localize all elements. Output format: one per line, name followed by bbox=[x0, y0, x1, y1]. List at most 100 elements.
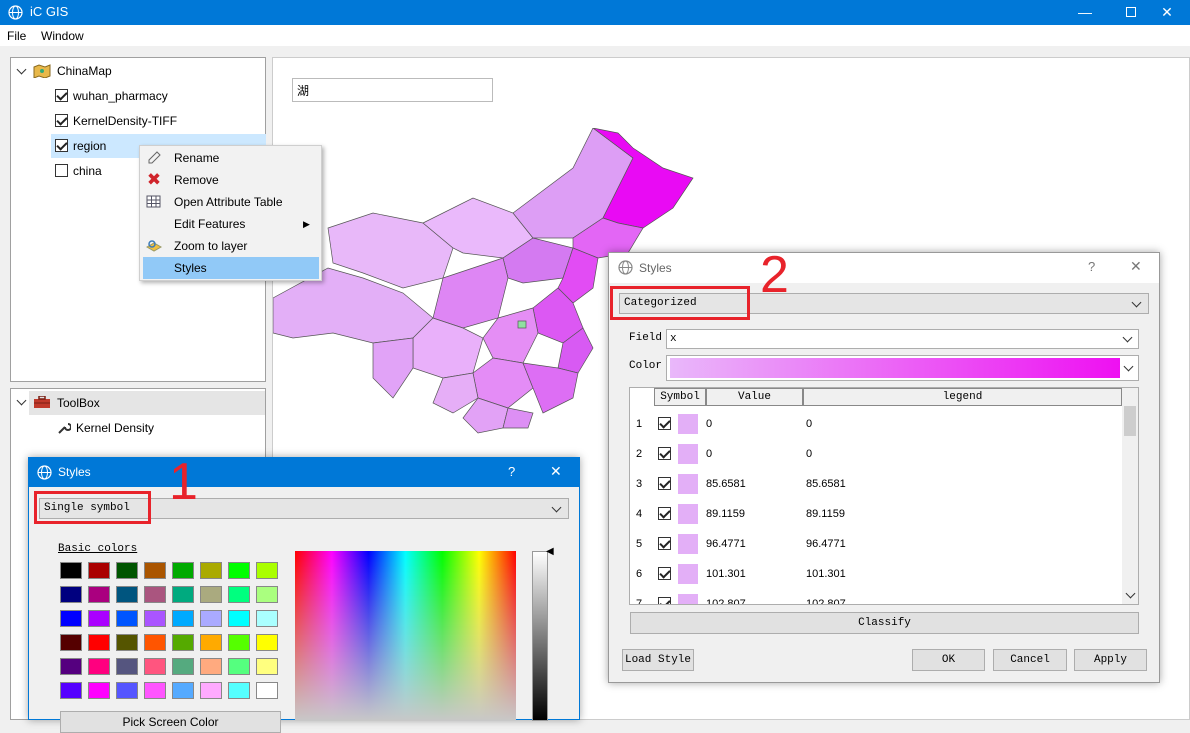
menu-window[interactable]: Window bbox=[41, 29, 84, 43]
close-dialog-button[interactable]: ✕ bbox=[550, 463, 562, 480]
help-button[interactable]: ? bbox=[508, 464, 515, 479]
basic-color-swatch[interactable] bbox=[256, 682, 278, 699]
table-row[interactable]: 4 89.1159 89.1159 bbox=[630, 499, 1130, 529]
layer-checkbox[interactable] bbox=[55, 139, 68, 152]
expand-icon[interactable] bbox=[16, 395, 27, 406]
minimize-button[interactable]: — bbox=[1062, 0, 1108, 25]
basic-color-swatch[interactable] bbox=[60, 586, 82, 603]
basic-color-swatch[interactable] bbox=[88, 682, 110, 699]
layer-row-wuhan-pharmacy[interactable]: wuhan_pharmacy bbox=[55, 85, 265, 107]
basic-color-swatch[interactable] bbox=[116, 586, 138, 603]
basic-color-swatch[interactable] bbox=[88, 586, 110, 603]
basic-color-swatch[interactable] bbox=[200, 634, 222, 651]
basic-color-swatch[interactable] bbox=[228, 610, 250, 627]
tool-kernel-density[interactable]: Kernel Density bbox=[76, 417, 154, 439]
basic-color-swatch[interactable] bbox=[228, 562, 250, 579]
scroll-thumb[interactable] bbox=[1124, 406, 1136, 436]
basic-color-swatch[interactable] bbox=[172, 586, 194, 603]
menu-item-remove[interactable]: ✖ Remove bbox=[140, 169, 320, 191]
basic-color-swatch[interactable] bbox=[60, 658, 82, 675]
basic-color-swatch[interactable] bbox=[228, 634, 250, 651]
cancel-button[interactable]: Cancel bbox=[993, 649, 1067, 671]
table-row[interactable]: 1 0 0 bbox=[630, 409, 1130, 439]
basic-color-swatch[interactable] bbox=[256, 562, 278, 579]
basic-color-swatch[interactable] bbox=[172, 610, 194, 627]
basic-color-swatch[interactable] bbox=[60, 634, 82, 651]
ok-button[interactable]: OK bbox=[912, 649, 985, 671]
basic-color-swatch[interactable] bbox=[144, 634, 166, 651]
basic-color-swatch[interactable] bbox=[172, 634, 194, 651]
basic-color-swatch[interactable] bbox=[116, 562, 138, 579]
row-checkbox[interactable] bbox=[658, 567, 671, 580]
menu-item-zoom-to-layer[interactable]: Zoom to layer bbox=[140, 235, 320, 257]
table-row[interactable]: 6 101.301 101.301 bbox=[630, 559, 1130, 589]
basic-color-swatch[interactable] bbox=[88, 658, 110, 675]
row-checkbox[interactable] bbox=[658, 597, 671, 604]
row-symbol-swatch[interactable] bbox=[678, 534, 698, 554]
classify-button[interactable]: Classify bbox=[630, 612, 1139, 634]
row-symbol-swatch[interactable] bbox=[678, 474, 698, 494]
table-row[interactable]: 3 85.6581 85.6581 bbox=[630, 469, 1130, 499]
table-row[interactable]: 2 0 0 bbox=[630, 439, 1130, 469]
basic-color-swatch[interactable] bbox=[200, 586, 222, 603]
basic-color-swatch[interactable] bbox=[60, 562, 82, 579]
basic-color-swatch[interactable] bbox=[116, 658, 138, 675]
basic-color-swatch[interactable] bbox=[200, 562, 222, 579]
basic-color-swatch[interactable] bbox=[144, 658, 166, 675]
load-style-button[interactable]: Load Style bbox=[622, 649, 694, 671]
basic-color-swatch[interactable] bbox=[256, 610, 278, 627]
luminance-slider[interactable] bbox=[532, 551, 548, 721]
basic-color-swatch[interactable] bbox=[144, 610, 166, 627]
basic-color-swatch[interactable] bbox=[172, 658, 194, 675]
table-scrollbar[interactable] bbox=[1122, 388, 1138, 604]
apply-button[interactable]: Apply bbox=[1074, 649, 1147, 671]
basic-color-swatch[interactable] bbox=[88, 634, 110, 651]
row-symbol-swatch[interactable] bbox=[678, 594, 698, 604]
basic-color-swatch[interactable] bbox=[228, 586, 250, 603]
field-combo[interactable]: x bbox=[666, 329, 1139, 349]
scroll-down-icon[interactable] bbox=[1125, 588, 1136, 599]
search-input[interactable] bbox=[292, 78, 493, 102]
row-checkbox[interactable] bbox=[658, 477, 671, 490]
table-row[interactable]: 5 96.4771 96.4771 bbox=[630, 529, 1130, 559]
row-checkbox[interactable] bbox=[658, 507, 671, 520]
help-button[interactable]: ? bbox=[1088, 259, 1095, 274]
row-symbol-swatch[interactable] bbox=[678, 414, 698, 434]
row-checkbox[interactable] bbox=[658, 447, 671, 460]
menu-item-styles[interactable]: Styles bbox=[143, 257, 319, 279]
basic-color-swatch[interactable] bbox=[116, 634, 138, 651]
basic-color-swatch[interactable] bbox=[256, 634, 278, 651]
basic-color-swatch[interactable] bbox=[116, 610, 138, 627]
row-symbol-swatch[interactable] bbox=[678, 504, 698, 524]
menu-file[interactable]: File bbox=[7, 29, 26, 43]
slider-arrow-icon[interactable]: ◀ bbox=[546, 546, 554, 557]
basic-color-swatch[interactable] bbox=[200, 682, 222, 699]
menu-item-open-attribute-table[interactable]: Open Attribute Table bbox=[140, 191, 320, 213]
col-header-legend[interactable]: legend bbox=[803, 388, 1122, 406]
table-row[interactable]: 7 102.807 102.807 bbox=[630, 589, 1130, 604]
basic-color-swatch[interactable] bbox=[88, 562, 110, 579]
expand-icon[interactable] bbox=[16, 64, 27, 75]
basic-color-swatch[interactable] bbox=[172, 562, 194, 579]
row-symbol-swatch[interactable] bbox=[678, 564, 698, 584]
basic-color-swatch[interactable] bbox=[60, 682, 82, 699]
basic-color-swatch[interactable] bbox=[144, 586, 166, 603]
col-header-symbol[interactable]: Symbol bbox=[654, 388, 706, 406]
basic-color-swatch[interactable] bbox=[172, 682, 194, 699]
color-spectrum-picker[interactable] bbox=[295, 551, 516, 721]
basic-color-swatch[interactable] bbox=[88, 610, 110, 627]
basic-color-swatch[interactable] bbox=[144, 682, 166, 699]
basic-color-swatch[interactable] bbox=[200, 658, 222, 675]
row-checkbox[interactable] bbox=[658, 537, 671, 550]
col-header-value[interactable]: Value bbox=[706, 388, 803, 406]
basic-color-swatch[interactable] bbox=[228, 658, 250, 675]
layer-checkbox[interactable] bbox=[55, 89, 68, 102]
basic-color-swatch[interactable] bbox=[60, 610, 82, 627]
color-ramp-combo[interactable] bbox=[666, 355, 1139, 381]
basic-color-swatch[interactable] bbox=[256, 658, 278, 675]
layer-checkbox[interactable] bbox=[55, 114, 68, 127]
basic-color-swatch[interactable] bbox=[116, 682, 138, 699]
basic-color-swatch[interactable] bbox=[144, 562, 166, 579]
basic-color-swatch[interactable] bbox=[200, 610, 222, 627]
layer-checkbox[interactable] bbox=[55, 164, 68, 177]
